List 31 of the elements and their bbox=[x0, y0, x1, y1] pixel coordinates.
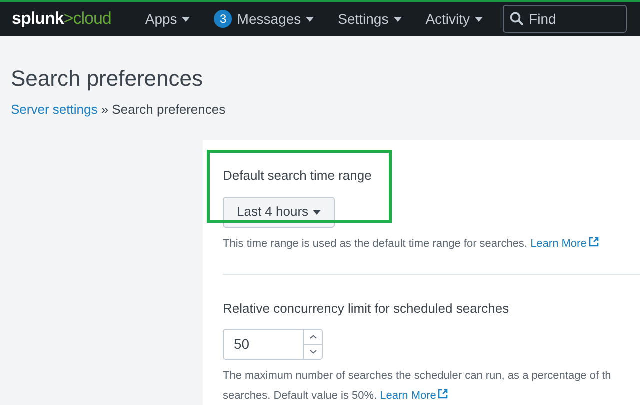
nav-menu[interactable]: Activity bbox=[414, 8, 496, 30]
learn-more-link[interactable]: Learn More bbox=[530, 238, 587, 250]
help-text: The maximum number of searches the scheduler can run, as a percentage of th bbox=[223, 370, 612, 382]
setting-label: Default search time range bbox=[223, 167, 373, 185]
caret-icon bbox=[475, 16, 484, 22]
nav-menu[interactable]: 3 Messages bbox=[202, 8, 326, 30]
setting-label: Relative concurrency limit for scheduled searches bbox=[223, 300, 510, 318]
nav-menu[interactable]: Settings bbox=[326, 8, 414, 30]
page-title: Search preferences bbox=[11, 66, 204, 92]
search-field[interactable]: Find bbox=[503, 5, 628, 33]
breadcrumb-link[interactable]: Server settings bbox=[11, 102, 98, 118]
help-text: searches. Default value is 50%. bbox=[223, 390, 378, 402]
decrement-button[interactable] bbox=[304, 344, 322, 359]
breadcrumb-current: Search preferences bbox=[112, 102, 226, 118]
external-link-icon bbox=[588, 236, 599, 246]
chevron-up-icon bbox=[310, 335, 316, 339]
time-range-dropdown[interactable]: Last 4 hours bbox=[223, 196, 335, 228]
chevron-down-icon bbox=[310, 350, 316, 354]
external-link-icon bbox=[438, 389, 448, 399]
caret-icon bbox=[394, 16, 402, 22]
search-icon bbox=[510, 12, 524, 26]
number-field[interactable]: 50 bbox=[223, 329, 303, 360]
count-badge: 3 bbox=[214, 10, 232, 28]
nav-menu[interactable]: Apps bbox=[133, 8, 202, 30]
caret-icon bbox=[182, 16, 190, 22]
logo: splunk>cloud bbox=[12, 8, 112, 30]
learn-more-link[interactable]: Learn More bbox=[380, 390, 436, 402]
breadcrumb-separator: » bbox=[100, 102, 110, 118]
caret-icon bbox=[312, 210, 321, 214]
help-text: This time range is used as the default time range for searches. bbox=[223, 238, 528, 250]
caret-icon bbox=[306, 16, 314, 22]
